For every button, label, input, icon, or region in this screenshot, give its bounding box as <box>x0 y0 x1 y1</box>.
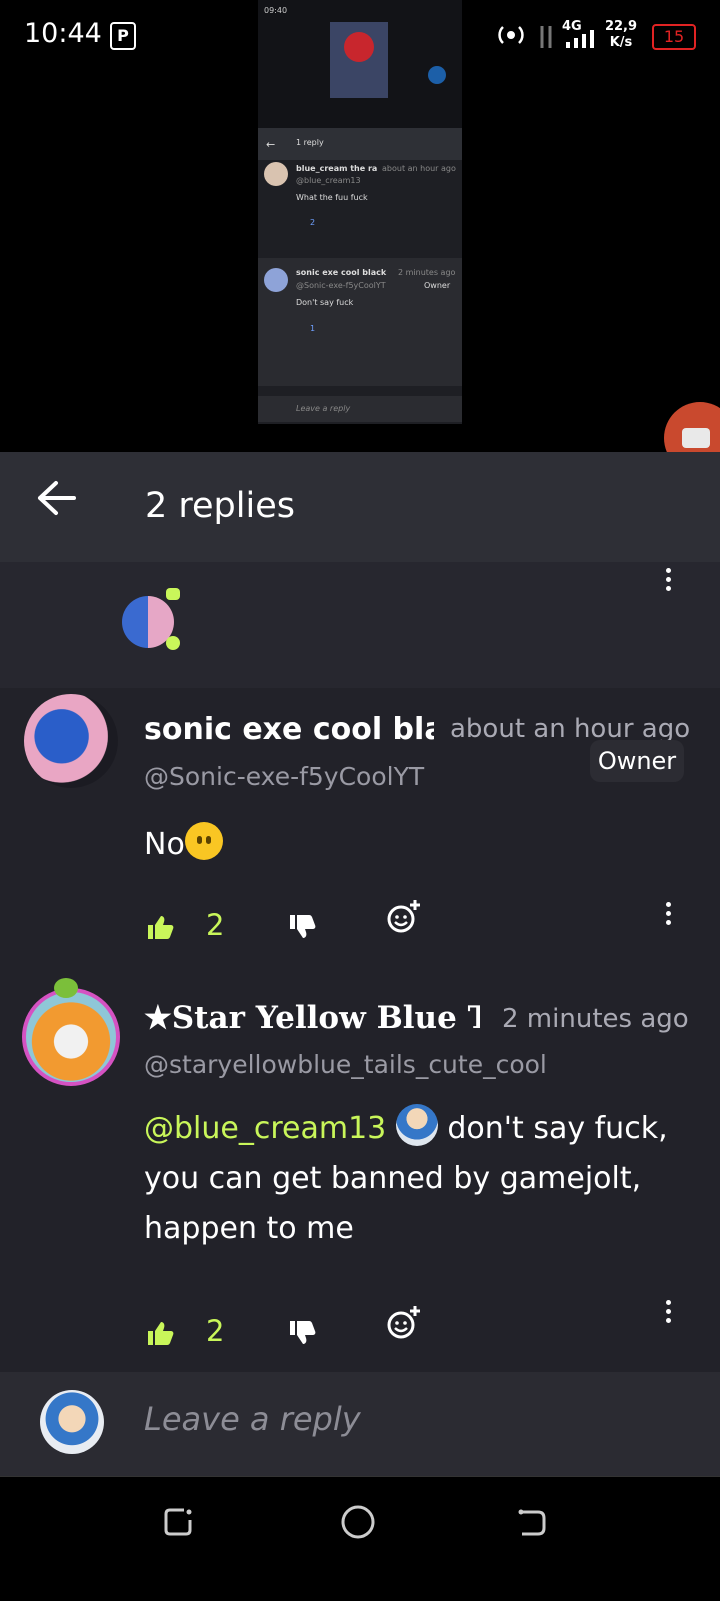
embedded-avatar-1 <box>264 162 288 186</box>
embedded-comment1-handle: @blue_cream13 <box>296 176 361 185</box>
replies-header <box>0 452 720 562</box>
comment-timestamp: 2 minutes ago <box>502 1004 689 1034</box>
reply-input[interactable]: Leave a reply <box>144 1400 361 1438</box>
embedded-header-title: 1 reply <box>296 138 324 147</box>
embedded-time: 09:40 <box>264 6 288 15</box>
dislike-icon[interactable] <box>288 914 316 940</box>
frog-decoration-icon <box>54 978 78 998</box>
signal-icon <box>566 30 594 48</box>
embedded-comment2-bg <box>258 258 462 386</box>
embedded-comment1-text: What the fuu fuck <box>296 193 368 202</box>
reply-badge-icon <box>166 588 180 600</box>
video-icon <box>682 428 710 448</box>
comment-text-value: No <box>144 827 185 862</box>
embedded-comment2-handle: @Sonic-exe-f5yCoolYT <box>296 281 386 290</box>
comment-author-name[interactable]: sonic exe cool bla <box>144 712 434 747</box>
add-reaction-icon[interactable] <box>386 898 422 934</box>
embedded-navbar <box>258 424 462 452</box>
embedded-comment2-name: sonic exe cool black <box>296 268 387 277</box>
embedded-comment2-time: 2 minutes ago <box>398 268 456 277</box>
add-reaction-icon[interactable] <box>386 1304 422 1340</box>
comment-text: No <box>144 822 223 862</box>
comment-author-name[interactable]: ★Star Yellow Blue Tai <box>144 1000 480 1036</box>
notification-p-icon: P <box>110 22 136 50</box>
embedded-collapse-icon <box>428 66 446 84</box>
embedded-header: ← 1 reply <box>258 128 462 160</box>
embedded-app-area: 09:40 <box>258 0 462 128</box>
recents-icon[interactable] <box>162 1506 194 1538</box>
like-count: 2 <box>206 1314 225 1348</box>
no-mouth-emoji-icon <box>184 822 223 860</box>
mention-avatar <box>395 1104 438 1146</box>
embedded-screenshot: 09:40 ← 1 reply blue_cream the ra about … <box>258 0 462 452</box>
embedded-reply-placeholder: Leave a reply <box>296 404 351 413</box>
comment-avatar-sonic[interactable] <box>24 694 118 788</box>
page-title: 2 replies <box>145 486 295 526</box>
like-icon[interactable] <box>146 914 174 940</box>
user-mention-link[interactable]: @blue_cream13 <box>144 1111 386 1146</box>
embedded-back-icon: ← <box>266 138 276 151</box>
home-icon[interactable] <box>340 1504 376 1540</box>
comment-text-rest: you can get banned by gamejolt, happen t… <box>144 1161 642 1246</box>
embedded-comment2-likes: 1 <box>310 324 316 333</box>
comment-text-line1: don't say fuck, <box>447 1111 668 1146</box>
comment-author-handle[interactable]: @Sonic-exe-f5yCoolYT <box>144 762 424 791</box>
hotspot-icon <box>498 26 524 44</box>
embedded-reply-bar: Leave a reply <box>258 396 462 422</box>
owner-badge: Owner <box>590 740 684 782</box>
parent-comment-tail <box>0 562 720 688</box>
comment-avatar-tails[interactable] <box>22 988 120 1086</box>
embedded-comment1-name: blue_cream the ra <box>296 164 378 173</box>
heart-badge-icon <box>166 636 180 650</box>
like-count: 2 <box>206 908 225 942</box>
comment-menu-icon[interactable] <box>666 1300 671 1327</box>
status-time: 10:44 <box>24 18 102 49</box>
more-menu-icon[interactable] <box>666 568 671 595</box>
current-user-avatar <box>40 1390 104 1454</box>
back-arrow-icon[interactable] <box>36 480 76 516</box>
comment-text: @blue_cream13 don't say fuck, you can get… <box>144 1104 700 1254</box>
dislike-icon[interactable] <box>288 1320 316 1346</box>
embedded-post-image <box>330 22 388 98</box>
battery-icon: 15 <box>652 24 696 50</box>
comment-author-handle[interactable]: @staryellowblue_tails_cute_cool <box>144 1050 547 1079</box>
embedded-avatar-2 <box>264 268 288 292</box>
embedded-comment1-time: about an hour ago <box>382 164 456 173</box>
net-speed-value: 22,9 <box>604 19 638 34</box>
embedded-owner-badge: Owner <box>424 281 451 290</box>
net-speed-unit: K/s <box>609 35 633 50</box>
data-arrows-icon <box>540 26 552 48</box>
like-icon[interactable] <box>146 1320 174 1346</box>
comment-menu-icon[interactable] <box>666 902 671 929</box>
embedded-comment2-text: Don't say fuck <box>296 298 354 307</box>
embedded-comment1-likes: 2 <box>310 218 316 227</box>
back-icon[interactable] <box>516 1506 548 1538</box>
